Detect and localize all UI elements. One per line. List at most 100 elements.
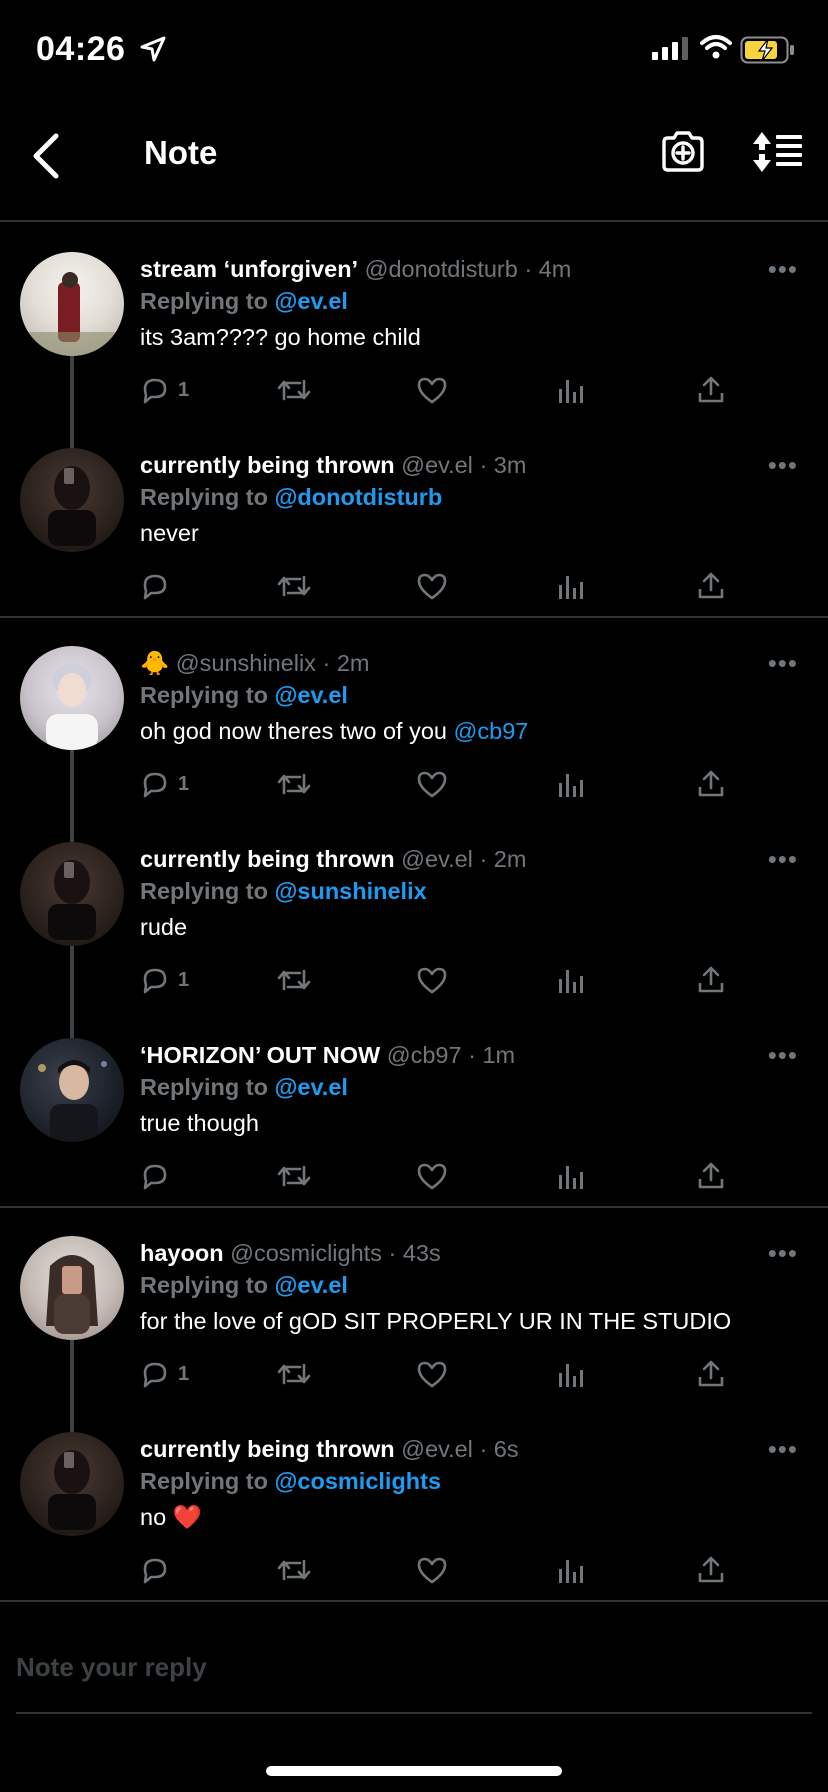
tweet-header: ‘HORIZON’ OUT NOW @cb97 · 1m <box>140 1040 808 1070</box>
more-options-icon[interactable]: ••• <box>768 1238 798 1269</box>
display-name[interactable]: hayoon <box>140 1240 224 1266</box>
tweet-text-content: for the love of gOD SIT PROPERLY UR IN T… <box>140 1308 732 1334</box>
tweet[interactable]: ‘HORIZON’ OUT NOW @cb97 · 1m Replying to… <box>0 1010 828 1206</box>
analytics-button[interactable] <box>556 962 586 998</box>
analytics-button[interactable] <box>556 1356 586 1392</box>
reply-icon <box>143 378 167 404</box>
thread-connector-line <box>70 748 74 844</box>
replying-to-mention[interactable]: @ev.el <box>274 682 347 708</box>
reply-button[interactable]: 1 <box>140 766 189 802</box>
replying-to-mention[interactable]: @donotdisturb <box>274 484 442 510</box>
replying-to-mention[interactable]: @ev.el <box>274 1272 347 1298</box>
retweet-button[interactable] <box>276 1356 312 1392</box>
share-button[interactable] <box>696 1552 726 1588</box>
analytics-button[interactable] <box>556 766 586 802</box>
share-button[interactable] <box>696 1158 726 1194</box>
reply-icon <box>143 574 167 600</box>
replying-to-mention[interactable]: @cosmiclights <box>274 1468 441 1494</box>
user-handle[interactable]: @cb97 <box>387 1042 462 1068</box>
reply-button[interactable]: 1 <box>140 962 189 998</box>
display-name[interactable]: ‘HORIZON’ OUT NOW <box>140 1042 380 1068</box>
tweet[interactable]: hayoon @cosmiclights · 43s Replying to @… <box>0 1208 828 1404</box>
display-name[interactable]: currently being thrown <box>140 1436 395 1462</box>
share-button[interactable] <box>696 1356 726 1392</box>
retweet-icon <box>277 1559 311 1581</box>
avatar[interactable] <box>20 252 124 356</box>
tweet[interactable]: currently being thrown @ev.el · 3m Reply… <box>0 420 828 616</box>
more-options-icon[interactable]: ••• <box>768 450 798 481</box>
analytics-bar-icon <box>559 1560 583 1583</box>
user-handle[interactable]: @donotdisturb <box>365 256 518 282</box>
tweet-text: rude <box>140 912 808 942</box>
tweet[interactable]: stream ‘unforgiven’ @donotdisturb · 4m R… <box>0 224 828 420</box>
user-handle[interactable]: @ev.el <box>401 846 473 872</box>
home-indicator[interactable] <box>266 1766 562 1776</box>
retweet-button[interactable] <box>276 372 312 408</box>
share-button[interactable] <box>696 962 726 998</box>
analytics-button[interactable] <box>556 1158 586 1194</box>
analytics-button[interactable] <box>556 568 586 604</box>
reply-button[interactable] <box>140 1552 178 1588</box>
reply-composer[interactable]: Note your reply <box>16 1640 812 1714</box>
reply-button[interactable] <box>140 1158 178 1194</box>
sort-replies-icon[interactable] <box>752 130 804 174</box>
retweet-button[interactable] <box>276 1552 312 1588</box>
like-button[interactable] <box>416 766 448 802</box>
avatar[interactable] <box>20 1038 124 1142</box>
tweet[interactable]: currently being thrown @ev.el · 6s Reply… <box>0 1404 828 1600</box>
avatar[interactable] <box>20 448 124 552</box>
more-options-icon[interactable]: ••• <box>768 648 798 679</box>
share-button[interactable] <box>696 568 726 604</box>
user-handle[interactable]: @ev.el <box>401 1436 473 1462</box>
replying-to: Replying to @sunshinelix <box>140 876 808 906</box>
tweet-text-mention[interactable]: @cb97 <box>454 718 529 744</box>
separator-dot: · <box>524 256 533 282</box>
like-button[interactable] <box>416 372 448 408</box>
display-name[interactable]: currently being thrown <box>140 452 395 478</box>
share-icon <box>698 572 724 599</box>
retweet-button[interactable] <box>276 962 312 998</box>
retweet-button[interactable] <box>276 568 312 604</box>
more-options-icon[interactable]: ••• <box>768 1434 798 1465</box>
analytics-button[interactable] <box>556 372 586 408</box>
like-button[interactable] <box>416 962 448 998</box>
reply-input-placeholder[interactable]: Note your reply <box>16 1652 207 1683</box>
back-arrow-icon[interactable] <box>26 130 66 180</box>
user-handle[interactable]: @cosmiclights <box>230 1240 382 1266</box>
more-options-icon[interactable]: ••• <box>768 844 798 875</box>
like-button[interactable] <box>416 1158 448 1194</box>
tweet-text: no ❤️ <box>140 1502 808 1532</box>
more-options-icon[interactable]: ••• <box>768 254 798 285</box>
tweet-body: 🐥 @sunshinelix · 2m Replying to @ev.el o… <box>140 648 808 746</box>
display-name[interactable]: stream ‘unforgiven’ <box>140 256 358 282</box>
reply-icon <box>143 1558 167 1584</box>
user-handle[interactable]: @sunshinelix <box>176 650 316 676</box>
display-name[interactable]: 🐥 <box>140 650 169 676</box>
replying-to-mention[interactable]: @ev.el <box>274 288 347 314</box>
more-options-icon[interactable]: ••• <box>768 1040 798 1071</box>
camera-icon[interactable] <box>660 128 706 174</box>
retweet-button[interactable] <box>276 1158 312 1194</box>
avatar[interactable] <box>20 842 124 946</box>
reply-button[interactable]: 1 <box>140 1356 189 1392</box>
tweet-actions <box>140 1158 740 1194</box>
like-button[interactable] <box>416 568 448 604</box>
tweet[interactable]: currently being thrown @ev.el · 2m Reply… <box>0 814 828 1010</box>
analytics-button[interactable] <box>556 1552 586 1588</box>
tweet[interactable]: 🐥 @sunshinelix · 2m Replying to @ev.el o… <box>0 618 828 814</box>
avatar[interactable] <box>20 1236 124 1340</box>
user-handle[interactable]: @ev.el <box>401 452 473 478</box>
share-button[interactable] <box>696 766 726 802</box>
like-button[interactable] <box>416 1552 448 1588</box>
reply-button[interactable] <box>140 568 178 604</box>
reply-button[interactable]: 1 <box>140 372 189 408</box>
tweet-text: for the love of gOD SIT PROPERLY UR IN T… <box>140 1306 808 1336</box>
retweet-button[interactable] <box>276 766 312 802</box>
replying-to-mention[interactable]: @sunshinelix <box>274 878 426 904</box>
avatar[interactable] <box>20 646 124 750</box>
replying-to-mention[interactable]: @ev.el <box>274 1074 347 1100</box>
share-button[interactable] <box>696 372 726 408</box>
display-name[interactable]: currently being thrown <box>140 846 395 872</box>
avatar[interactable] <box>20 1432 124 1536</box>
like-button[interactable] <box>416 1356 448 1392</box>
